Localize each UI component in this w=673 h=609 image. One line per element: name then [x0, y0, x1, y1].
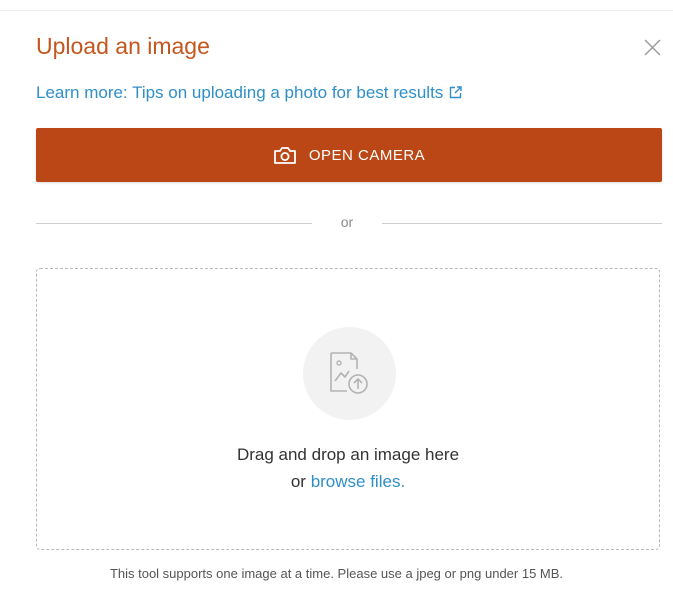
dropzone-or: or [290, 472, 306, 491]
dropzone-line2: or browse files. [37, 468, 659, 495]
or-divider: or [36, 212, 662, 232]
dropzone[interactable]: Drag and drop an image here or browse fi… [36, 268, 660, 550]
dialog-title: Upload an image [36, 33, 210, 59]
open-camera-label: OPEN CAMERA [308, 146, 426, 164]
external-link-icon [449, 83, 463, 105]
browse-files-link[interactable]: browse files. [311, 472, 405, 491]
top-divider [0, 10, 673, 11]
divider-line-right [382, 223, 662, 224]
divider-line-left [36, 223, 312, 224]
dropzone-instructions: Drag and drop an image here or browse fi… [37, 441, 659, 495]
learn-more-link[interactable]: Learn more: Tips on uploading a photo fo… [36, 82, 463, 105]
dropzone-line1: Drag and drop an image here [236, 445, 460, 464]
close-icon [644, 39, 661, 56]
camera-icon [273, 146, 297, 165]
image-upload-icon [303, 327, 396, 420]
close-button[interactable] [644, 39, 661, 56]
open-camera-button[interactable]: OPEN CAMERA [36, 128, 662, 182]
upload-footnote: This tool supports one image at a time. … [109, 566, 564, 581]
learn-more-label: Learn more: Tips on uploading a photo fo… [36, 83, 444, 102]
divider-text: or [340, 214, 354, 230]
